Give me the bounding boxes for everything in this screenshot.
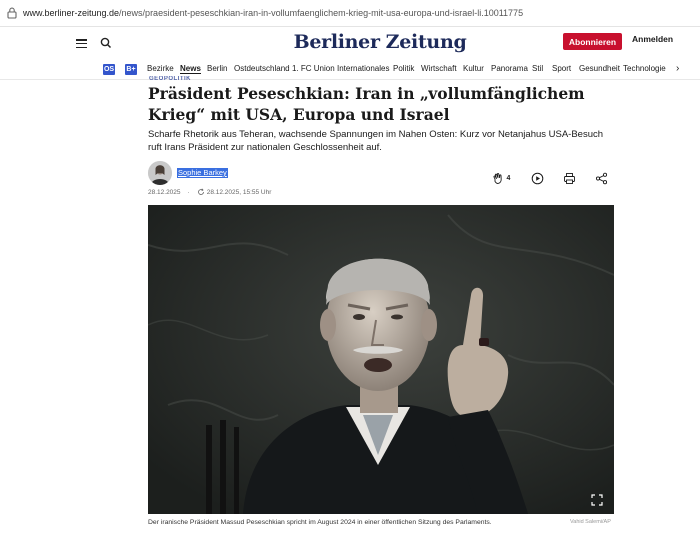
nav-item-internationales[interactable]: Internationales [337,64,389,73]
login-link[interactable]: Anmelden [632,34,673,44]
play-icon [531,172,543,184]
nav-badge-os[interactable]: OS [103,64,115,75]
print-button[interactable] [556,167,582,189]
publish-date: 28.12.2025 [148,188,181,196]
photo-illustration [148,205,614,514]
nav-item-berlin[interactable]: Berlin [207,64,227,73]
url-host: www.berliner-zeitung.de [23,8,120,18]
nav-item-news[interactable]: News [180,64,201,74]
nav-item-ostdeutschland[interactable]: Ostdeutschland [234,64,290,73]
article-lead: Scharfe Rhetorik aus Teheran, wachsende … [148,129,604,153]
nav-item-kultur[interactable]: Kultur [463,64,484,73]
fullscreen-icon[interactable] [591,494,603,506]
site-header: Berliner Zeitung Abonnieren Anmelden [0,27,700,60]
share-icon [595,172,607,184]
subscribe-button[interactable]: Abonnieren [563,33,622,50]
lock-icon [7,7,17,19]
url-text: www.berliner-zeitung.de/news/praesident-… [23,8,523,18]
listen-button[interactable] [524,167,550,189]
print-icon [563,172,575,184]
refresh-icon [197,188,204,195]
logo-text-right: Zeitung [385,31,467,53]
avatar-portrait [148,161,172,185]
author-avatar[interactable] [148,161,172,185]
nav-badge-bplus[interactable]: B+ [125,64,137,75]
clap-icon [493,172,502,184]
nav-divider [0,79,700,80]
author-link[interactable]: Sophie Barkey [177,168,228,178]
clap-count: 4 [506,174,511,182]
hamburger-menu-icon[interactable] [76,39,87,49]
nav-item-bezirke[interactable]: Bezirke [147,64,174,73]
nav-item-fc-union[interactable]: 1. FC Union [292,64,335,73]
share-button[interactable] [588,167,614,189]
article-meta: 28.12.2025 · 28.12.2025, 15:55 Uhr [148,188,271,196]
clap-button[interactable]: 4 [486,167,516,189]
main-nav: OS B+ Bezirke News Berlin Ostdeutschland… [0,60,700,79]
chevron-right-icon[interactable]: › [676,63,679,74]
meta-separator: · [187,188,190,196]
site-logo[interactable]: Berliner Zeitung [294,28,467,56]
url-path: /news/praesident-peseschkian-iran-in-vol… [119,8,524,18]
article-kicker[interactable]: GEOPOLITIK [149,76,191,81]
search-icon[interactable] [99,36,113,50]
nav-item-gesundheit[interactable]: Gesundheit [579,64,620,73]
nav-item-sport[interactable]: Sport [552,64,571,73]
address-bar[interactable]: www.berliner-zeitung.de/news/praesident-… [0,0,700,27]
article-photo[interactable] [148,205,614,514]
photo-credit: Vahid Salemi/AP [570,519,611,525]
updated-date: 28.12.2025, 15:55 Uhr [206,188,272,196]
logo-text-left: Berliner [293,31,380,53]
nav-item-stil[interactable]: Stil [532,64,543,73]
nav-item-panorama[interactable]: Panorama [491,64,528,73]
nav-item-technologie[interactable]: Technologie [623,64,666,73]
photo-caption: Der iranische Präsident Massud Peseschki… [148,519,492,526]
article-headline: Präsident Peseschkian: Iran in „vollumfä… [148,84,585,124]
nav-item-politik[interactable]: Politik [393,64,414,73]
nav-item-wirtschaft[interactable]: Wirtschaft [421,64,457,73]
